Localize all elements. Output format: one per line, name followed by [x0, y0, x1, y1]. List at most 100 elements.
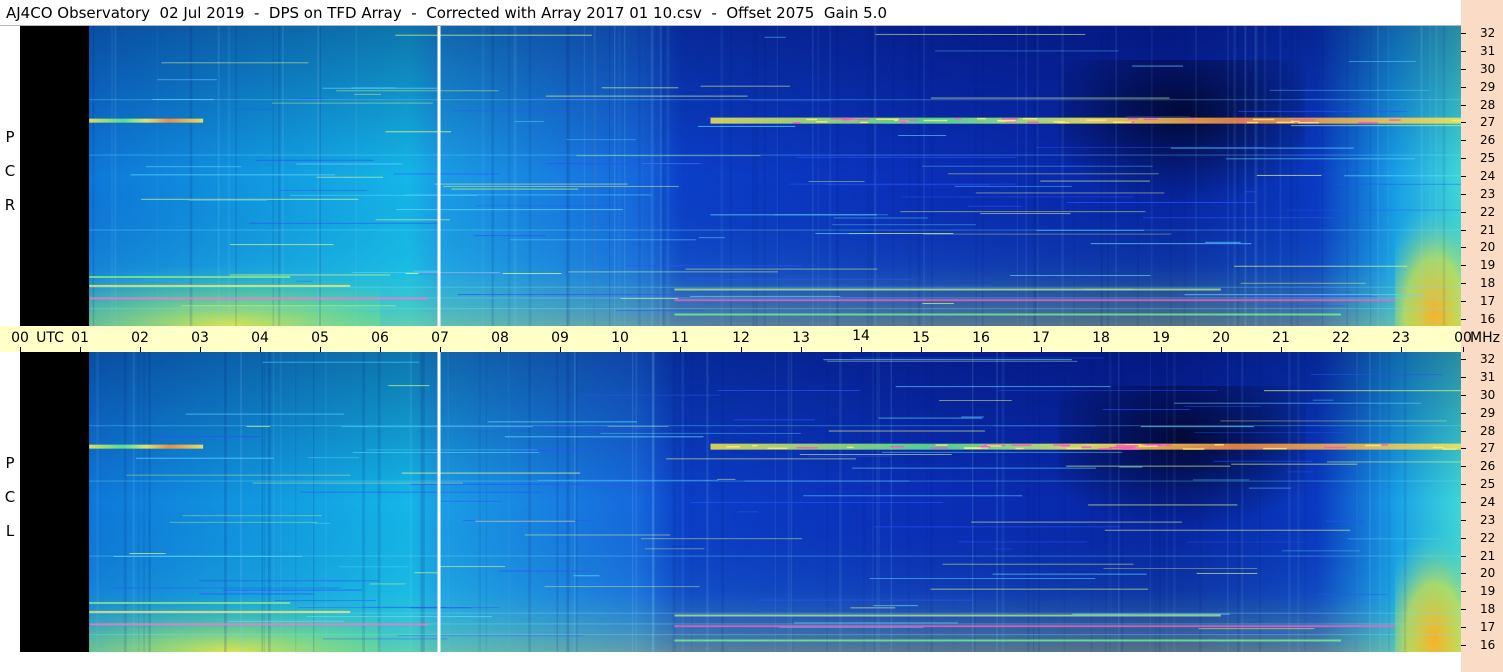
interference-line	[1198, 628, 1315, 630]
frequency-tick-label: 19	[1480, 584, 1496, 598]
time-tick-label: 06	[371, 330, 389, 346]
vertical-streak	[1288, 352, 1291, 652]
frequency-tick-mark	[1461, 448, 1466, 449]
vertical-streak	[866, 26, 870, 326]
time-tick-label: 20	[1212, 330, 1230, 346]
interference-line	[438, 566, 506, 568]
broadcast-band-hotspot	[898, 119, 919, 121]
frequency-tick-label: 28	[1480, 98, 1496, 112]
broadcast-band-hotspot	[752, 444, 758, 447]
vertical-streak	[481, 26, 485, 326]
time-tick-label: 17	[1032, 330, 1050, 346]
broadcast-band-hotspot	[842, 118, 861, 121]
vertical-streak	[930, 26, 933, 326]
vertical-streak	[1297, 352, 1300, 652]
interference-line	[113, 587, 341, 589]
broadcast-band-hotspot	[1240, 119, 1247, 121]
interference-line	[808, 455, 892, 457]
interference-line	[1238, 110, 1408, 112]
time-tick-label: 09	[551, 330, 569, 346]
frequency-tick-label: 22	[1480, 531, 1496, 545]
vertical-streak	[1356, 352, 1358, 652]
broadcast-band-hotspot	[1292, 119, 1316, 121]
sunrise-glow	[1394, 202, 1461, 326]
chart-title: AJ4CO Observatory 02 Jul 2019 - DPS on T…	[6, 4, 887, 22]
interference-line	[737, 511, 759, 513]
vertical-streak	[227, 26, 231, 326]
interference-line	[1258, 305, 1346, 307]
vertical-streak	[730, 26, 732, 326]
interference-line	[255, 159, 374, 161]
interference-line	[262, 361, 420, 363]
interference-line	[1344, 175, 1461, 177]
interference-line	[1347, 538, 1441, 540]
interference-line	[852, 467, 1097, 469]
time-tick-label: 13	[792, 330, 810, 346]
broadcast-band-hotspot	[1011, 444, 1032, 447]
panel-label-letter: P	[5, 128, 15, 146]
vertical-streak	[1368, 352, 1371, 652]
time-tick-label: 18	[1092, 330, 1110, 346]
interference-line	[1290, 125, 1461, 127]
vertical-streak	[1194, 26, 1197, 326]
carrier-line	[89, 555, 1461, 557]
vertical-streak	[870, 26, 873, 326]
interference-line	[1103, 567, 1258, 569]
time-tick-label: 14	[852, 328, 870, 344]
interference-line	[580, 394, 721, 396]
broadcast-band-hotspot	[890, 445, 905, 448]
frequency-tick-mark	[1461, 520, 1466, 521]
frequency-tick-mark	[1461, 466, 1466, 467]
interference-line	[252, 482, 464, 484]
broadcast-band-hotspot	[859, 118, 870, 121]
interference-line	[188, 200, 268, 202]
vertical-streak	[507, 352, 510, 652]
vertical-streak	[1237, 352, 1240, 652]
vertical-streak	[313, 352, 315, 652]
interference-line	[954, 185, 1072, 187]
time-tick-label: 01	[71, 330, 89, 346]
interference-line	[1140, 426, 1254, 428]
broadcast-band-hotspot	[847, 446, 854, 449]
low-frequency-band	[674, 639, 1341, 642]
vertical-streak	[513, 26, 517, 326]
time-tick-label: 07	[431, 330, 449, 346]
frequency-tick-label: 32	[1480, 352, 1496, 366]
vertical-streak	[1033, 352, 1035, 652]
vertical-streak	[355, 26, 357, 326]
interference-line	[644, 548, 705, 550]
vertical-streak	[1016, 26, 1018, 326]
interference-line	[566, 139, 637, 141]
time-tick-mark	[741, 347, 742, 352]
interference-line	[154, 436, 261, 438]
interference-line	[833, 217, 928, 219]
frequency-tick-mark	[1461, 158, 1466, 159]
frequency-tick-label: 25	[1480, 151, 1496, 165]
frequency-tick-mark	[1461, 230, 1466, 231]
interference-line	[794, 622, 958, 624]
interference-line	[418, 273, 503, 275]
interference-line	[1244, 191, 1257, 193]
interference-line	[198, 580, 379, 582]
frequency-tick-label: 28	[1480, 424, 1496, 438]
frequency-tick-mark	[1461, 359, 1466, 360]
time-tick-mark	[1281, 347, 1282, 352]
interference-line	[1269, 89, 1429, 91]
broadcast-band-hotspot	[964, 447, 982, 450]
broadcast-band	[710, 117, 1461, 124]
frequency-tick-mark	[1461, 377, 1466, 378]
frequency-tick-mark	[1461, 247, 1466, 248]
time-tick-label: 12	[732, 330, 750, 346]
vertical-streak	[635, 352, 637, 652]
vertical-streak	[278, 26, 281, 326]
interference-line	[524, 534, 671, 536]
no-data-region	[20, 352, 90, 652]
interference-line	[290, 194, 478, 196]
vertical-streak	[1303, 352, 1307, 652]
interference-line	[141, 198, 359, 200]
vertical-streak	[975, 26, 978, 326]
vertical-streak	[996, 352, 998, 652]
frequency-tick-mark	[1461, 395, 1466, 396]
vertical-streak	[1154, 352, 1157, 652]
frequency-tick-mark	[1461, 573, 1466, 574]
